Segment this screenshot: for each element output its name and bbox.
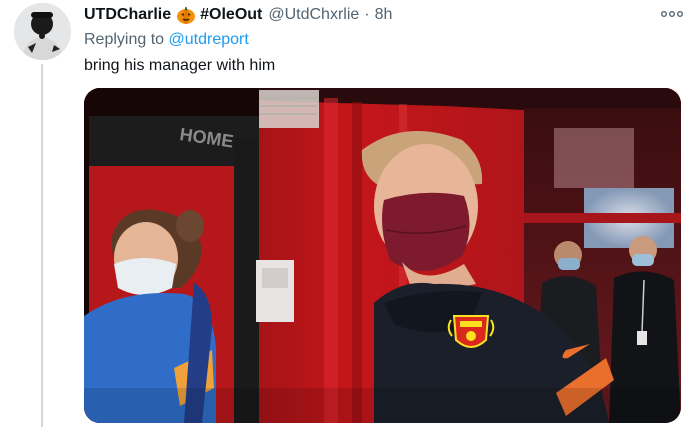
display-name[interactable]: UTDCharlie xyxy=(84,4,171,26)
replying-to: Replying to @utdreport xyxy=(84,30,249,50)
replying-to-mention[interactable]: @utdreport xyxy=(169,31,249,48)
tweet-text: bring his manager with him xyxy=(84,57,276,74)
thread-line xyxy=(41,64,43,427)
more-options-icon[interactable] xyxy=(660,8,684,20)
tweet-media[interactable]: HOME xyxy=(84,88,681,423)
separator-dot: · xyxy=(364,6,370,23)
tweet-timestamp[interactable]: 8h xyxy=(375,4,393,26)
user-handle[interactable]: @UtdChxrlie xyxy=(268,4,359,26)
tunnel-photo: HOME xyxy=(84,88,681,423)
replying-to-label: Replying to xyxy=(84,31,169,48)
pumpkin-emoji-icon xyxy=(177,7,196,24)
avatar-image xyxy=(14,3,71,60)
tweet-header: UTDCharlie #OleOut @UtdChxrlie · 8h xyxy=(84,4,392,26)
display-name-hashtag[interactable]: #OleOut xyxy=(200,4,262,26)
avatar[interactable] xyxy=(14,3,71,60)
